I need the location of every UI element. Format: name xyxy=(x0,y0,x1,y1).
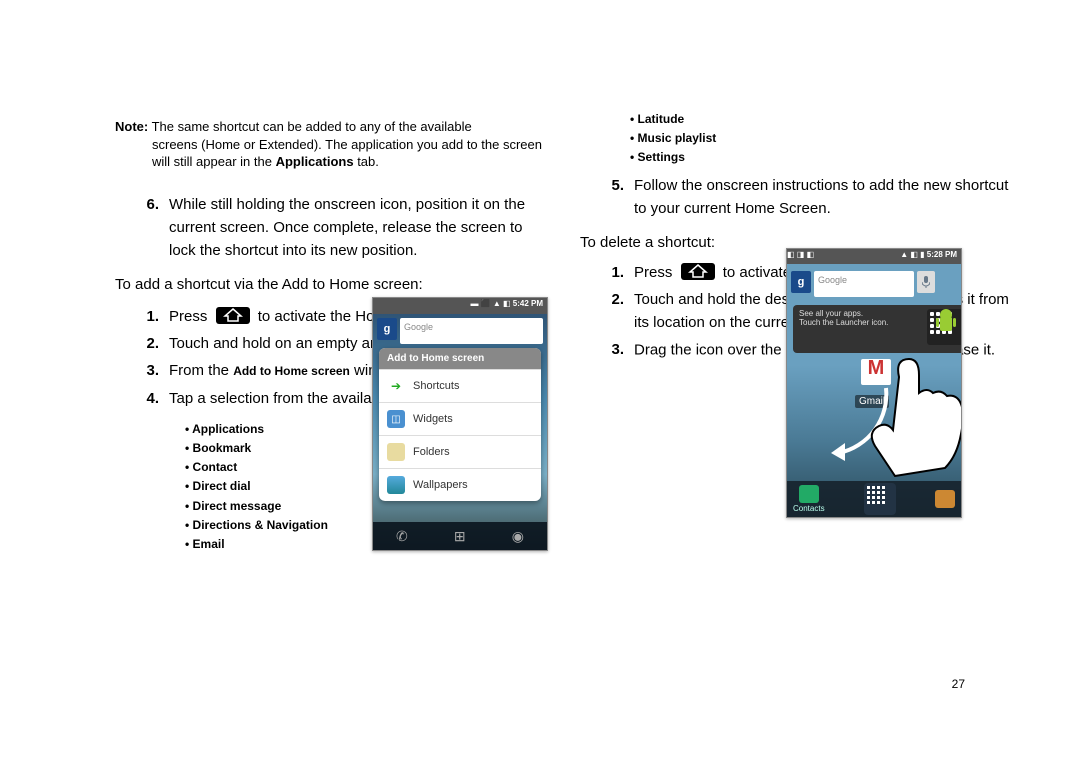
panel-row-widgets: ◫Widgets xyxy=(379,402,541,435)
google-g-icon: g xyxy=(791,271,811,293)
manual-page: Note: The same shortcut can be added to … xyxy=(0,0,1080,771)
panel-row-shortcuts: ➔Shortcuts xyxy=(379,369,541,402)
list-item: Settings xyxy=(630,148,1010,167)
search-bar: g Google xyxy=(791,271,935,297)
add-to-home-panel: Add to Home screen ➔Shortcuts ◫Widgets F… xyxy=(379,348,541,501)
arrow-icon: ➔ xyxy=(387,377,405,395)
dock-right-icon xyxy=(935,490,955,508)
dock-contacts: Contacts xyxy=(793,485,825,513)
note-label: Note: xyxy=(115,119,148,134)
note-text-2: screens (Home or Extended). The applicat… xyxy=(115,136,545,171)
panel-row-folders: Folders xyxy=(379,435,541,468)
contacts-icon xyxy=(799,485,819,503)
status-bar: ▬ ⬛ ▲ ◧ 5:42 PM xyxy=(373,298,547,314)
step-6: 6. While still holding the onscreen icon… xyxy=(135,193,545,263)
signal-icons: ▲ ◧ ▮ xyxy=(900,250,927,259)
mic-icon xyxy=(917,271,935,293)
apps-icon: ⊞ xyxy=(454,528,466,545)
dock: Contacts xyxy=(787,481,961,517)
heading-add-shortcut: To add a shortcut via the Add to Home sc… xyxy=(115,274,545,297)
android-icon xyxy=(935,307,957,337)
list-item: Music playlist xyxy=(630,129,1010,148)
status-bar: ◧ ◨ ◧ ▲ ◧ ▮ 5:28 PM xyxy=(787,249,961,265)
dock-right xyxy=(935,490,955,509)
app-drawer-icon xyxy=(864,483,896,515)
page-number: 27 xyxy=(952,677,965,691)
notification-icons: ◧ ◨ ◧ xyxy=(787,250,814,259)
hand-pointer-icon xyxy=(859,357,962,477)
widget-icon: ◫ xyxy=(387,410,405,428)
right-step-5: 5. Follow the onscreen instructions to a… xyxy=(600,174,1010,221)
list-item: Latitude xyxy=(630,110,1010,129)
search-bar: g Google xyxy=(377,318,543,344)
screenshot-delete-shortcut: ◧ ◨ ◧ ▲ ◧ ▮ 5:28 PM g Google See all you… xyxy=(786,248,962,518)
phone-icon: ✆ xyxy=(396,528,408,545)
browser-icon: ◉ xyxy=(512,528,524,545)
screenshot-add-to-home: ▬ ⬛ ▲ ◧ 5:42 PM g Google Add to Home scr… xyxy=(372,297,548,551)
nav-bar: ✆ ⊞ ◉ xyxy=(373,522,547,550)
search-input: Google xyxy=(400,318,543,344)
search-input: Google xyxy=(814,271,914,297)
home-key-icon xyxy=(216,307,250,324)
panel-title: Add to Home screen xyxy=(379,348,541,369)
wallpaper-icon xyxy=(387,476,405,494)
note-text-1: The same shortcut can be added to any of… xyxy=(148,119,472,134)
signal-icons: ▬ ⬛ ▲ ◧ xyxy=(470,299,512,308)
home-key-icon xyxy=(681,263,715,280)
google-g-icon: g xyxy=(377,318,397,340)
folder-icon xyxy=(387,443,405,461)
panel-row-wallpapers: Wallpapers xyxy=(379,468,541,501)
right-bullet-list: Latitude Music playlist Settings xyxy=(630,110,1010,168)
note-block: Note: The same shortcut can be added to … xyxy=(115,118,545,171)
